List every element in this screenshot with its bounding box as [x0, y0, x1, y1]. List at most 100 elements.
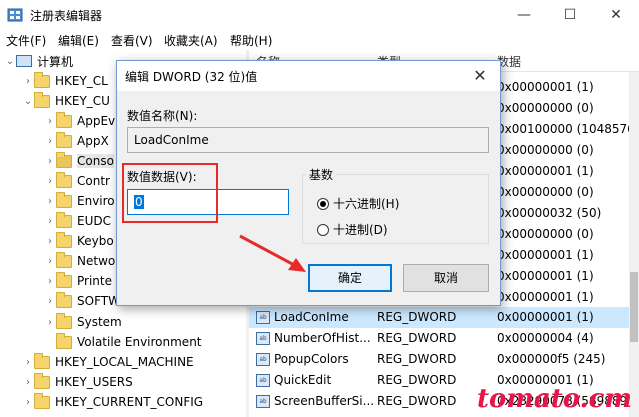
radio-dec-label: 十进制(D): [333, 223, 388, 237]
red-arrow-icon: [239, 234, 306, 272]
tree-item-appevents[interactable]: › AppEv: [44, 111, 115, 131]
close-button[interactable]: ✕: [593, 0, 639, 30]
tree-item-label: System: [77, 315, 122, 329]
list-data-cell: 0x00000001 (1): [497, 80, 594, 94]
window-title: 注册表编辑器: [30, 9, 103, 23]
list-data-cell: 0x00000001 (1): [497, 164, 594, 178]
chevron-right-icon[interactable]: ›: [22, 357, 34, 368]
reg-dword-icon: ab: [256, 353, 270, 366]
folder-icon: [56, 332, 72, 349]
tree-item-hku[interactable]: › HKEY_USERS: [22, 372, 133, 392]
chevron-right-icon[interactable]: ›: [44, 176, 56, 187]
list-data-cell: 0x00000032 (50): [497, 206, 602, 220]
row-data: 0x00000004 (4): [497, 331, 594, 345]
tree-item-hkcu[interactable]: ⌄ HKEY_CU: [22, 91, 110, 111]
menu-edit[interactable]: 编辑(E): [58, 32, 99, 49]
menu-file[interactable]: 文件(F): [6, 32, 46, 49]
radio-dec[interactable]: 十进制(D): [317, 221, 388, 238]
tree-item-computer[interactable]: ⌄ 计算机: [4, 51, 73, 71]
chevron-right-icon[interactable]: ›: [44, 276, 56, 287]
tree-item-hkcr[interactable]: › HKEY_CL: [22, 71, 108, 91]
dialog-title-bar: 编辑 DWORD (32 位)值 ✕: [117, 61, 500, 91]
list-data-cell: 0x00000000 (0): [497, 227, 594, 241]
cancel-button[interactable]: 取消: [403, 264, 489, 292]
row-type: REG_DWORD: [377, 373, 457, 387]
list-row-loadconime[interactable]: ab LoadConIme REG_DWORD 0x00000001 (1): [249, 307, 639, 328]
list-row[interactable]: ab NumberOfHist... REG_DWORD 0x00000004 …: [249, 328, 639, 349]
radio-button-checked[interactable]: [317, 197, 329, 210]
ok-button[interactable]: 确定: [308, 264, 392, 292]
folder-icon: [56, 111, 72, 128]
chevron-right-icon[interactable]: ›: [44, 256, 56, 267]
tree-item-label: HKEY_CL: [55, 74, 108, 88]
chevron-right-icon[interactable]: ›: [44, 116, 56, 127]
tree-item-appx[interactable]: › AppX: [44, 131, 109, 151]
chevron-right-icon[interactable]: ›: [44, 196, 56, 207]
folder-icon: [56, 231, 72, 248]
tree-item-label: AppX: [77, 134, 109, 148]
row-data: 0x00000001 (1): [497, 310, 594, 324]
chevron-right-icon[interactable]: ›: [44, 296, 56, 307]
chevron-right-icon[interactable]: ›: [44, 216, 56, 227]
tree-item-system[interactable]: › System: [44, 312, 122, 332]
list-data-cell: 0x00000000 (0): [497, 143, 594, 157]
folder-open-icon: [56, 151, 72, 168]
reg-dword-icon: ab: [256, 332, 270, 345]
tree-item-label: Keybo: [77, 234, 114, 248]
reg-dword-icon: ab: [256, 311, 270, 324]
menu-help[interactable]: 帮助(H): [230, 32, 272, 49]
tree-item-label: Volatile Environment: [77, 335, 202, 349]
watermark-text: tomato.cm: [477, 384, 632, 414]
tree-item-control-panel[interactable]: › Contr: [44, 171, 110, 191]
tree-item-keyboard[interactable]: › Keybo: [44, 231, 114, 251]
folder-icon: [34, 392, 50, 409]
tree-item-label: HKEY_LOCAL_MACHINE: [55, 355, 194, 369]
chevron-right-icon[interactable]: ›: [44, 317, 56, 328]
radio-hex[interactable]: 十六进制(H): [317, 195, 399, 212]
menu-view[interactable]: 查看(V): [111, 32, 153, 49]
tree-item-network[interactable]: › Netwo: [44, 251, 115, 271]
chevron-right-icon[interactable]: ›: [22, 377, 34, 388]
radio-button[interactable]: [317, 223, 329, 236]
list-row[interactable]: ab PopupColors REG_DWORD 0x000000f5 (245…: [249, 349, 639, 370]
chevron-right-icon[interactable]: ›: [44, 236, 56, 247]
chevron-down-icon[interactable]: ⌄: [22, 96, 34, 107]
row-type: REG_DWORD: [377, 352, 457, 366]
tree-item-eudc[interactable]: › EUDC: [44, 211, 111, 231]
chevron-right-icon[interactable]: ›: [22, 397, 34, 408]
chevron-down-icon[interactable]: ⌄: [4, 56, 16, 67]
minimize-button[interactable]: —: [501, 0, 547, 30]
folder-icon: [34, 91, 50, 108]
chevron-right-icon[interactable]: ›: [22, 76, 34, 87]
tree-item-software[interactable]: › SOFTW: [44, 291, 120, 311]
reg-dword-icon: ab: [256, 395, 270, 408]
menu-favorites[interactable]: 收藏夹(A): [164, 32, 218, 49]
tree-item-label: Enviro: [77, 194, 115, 208]
title-bar: 注册表编辑器 — ☐ ✕: [0, 0, 639, 30]
chevron-right-icon[interactable]: ›: [44, 136, 56, 147]
folder-icon: [56, 291, 72, 308]
row-name: LoadConIme: [274, 310, 349, 324]
list-data-cell: 0x00000001 (1): [497, 269, 594, 283]
list-data-cell: 0x00000001 (1): [497, 248, 594, 262]
tree-item-hklm[interactable]: › HKEY_LOCAL_MACHINE: [22, 352, 194, 372]
row-type: REG_DWORD: [377, 394, 457, 408]
dialog-close-button[interactable]: ✕: [468, 64, 492, 88]
row-name: NumberOfHist...: [274, 331, 371, 345]
dialog-title: 编辑 DWORD (32 位)值: [125, 70, 258, 84]
vertical-scrollbar[interactable]: [629, 72, 639, 417]
tree-item-console[interactable]: › Conso: [44, 151, 114, 171]
tree-item-printers[interactable]: › Printe: [44, 271, 112, 291]
maximize-button[interactable]: ☐: [547, 0, 593, 30]
tree-item-volatile-environment[interactable]: Volatile Environment: [44, 332, 202, 352]
scrollbar-thumb[interactable]: [630, 272, 638, 342]
folder-icon: [56, 312, 72, 329]
tree-item-label: AppEv: [77, 114, 116, 128]
folder-icon: [56, 131, 72, 148]
chevron-right-icon[interactable]: ›: [44, 156, 56, 167]
tree-item-environment[interactable]: › Enviro: [44, 191, 115, 211]
value-name-label: 数值名称(N):: [127, 109, 198, 123]
tree-item-hkcc[interactable]: › HKEY_CURRENT_CONFIG: [22, 392, 203, 412]
list-data-cell: 0x00000000 (0): [497, 185, 594, 199]
tree-item-label: 计算机: [37, 54, 74, 69]
